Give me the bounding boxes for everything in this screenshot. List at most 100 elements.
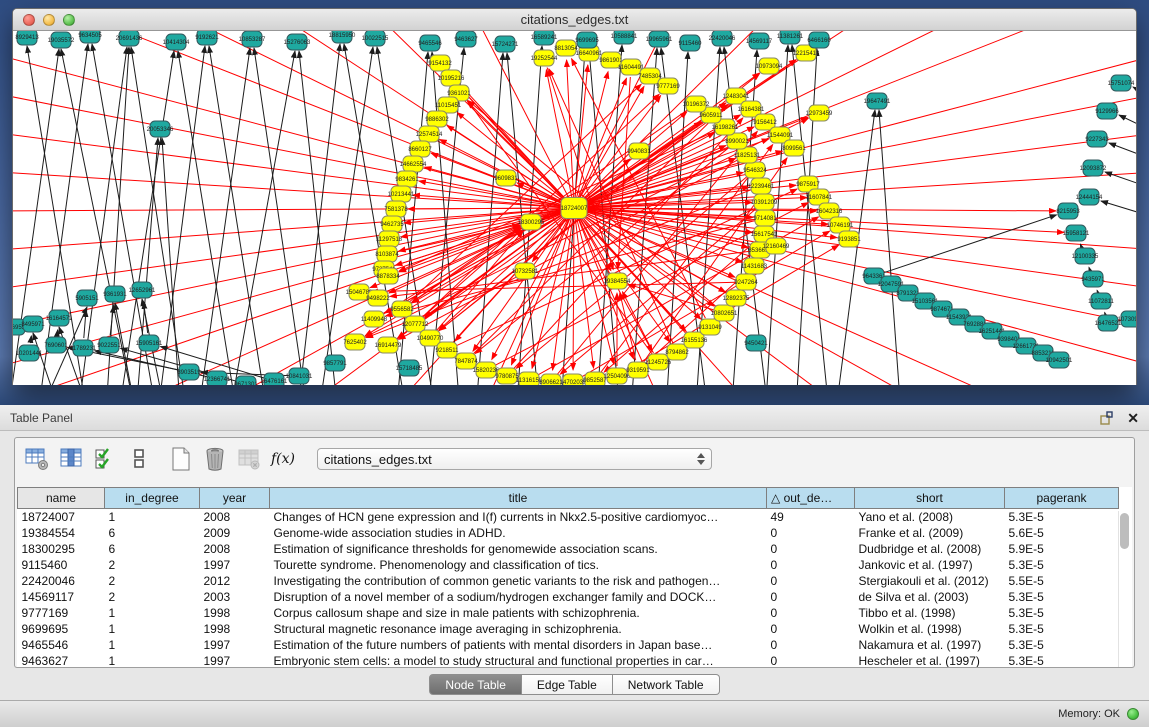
column-check-button[interactable]	[91, 445, 119, 473]
table-row[interactable]: 911546021997Tourette syndrome. Phenomeno…	[18, 557, 1119, 573]
graph-node[interactable]: 9546324	[743, 162, 767, 178]
column-select-button[interactable]	[57, 445, 85, 473]
graph-node[interactable]: 10588841	[611, 31, 638, 44]
network-canvas[interactable]: 1872400718300295193845549154132101952169…	[13, 31, 1136, 385]
graph-node[interactable]: 9192621	[195, 31, 219, 45]
graph-node[interactable]: 9218511	[436, 342, 460, 358]
graph-node[interactable]: 9886302	[425, 111, 449, 127]
graph-node[interactable]: 9498222	[366, 290, 390, 306]
graph-node[interactable]: 7581378	[384, 201, 408, 217]
graph-node[interactable]: 14569117	[746, 33, 773, 49]
graph-node[interactable]: 9465546	[418, 35, 442, 51]
graph-node[interactable]: 10391209	[751, 194, 778, 210]
graph-node[interactable]: 11381261	[777, 31, 804, 44]
row-height-button[interactable]	[125, 445, 153, 473]
table-row[interactable]: 2242004622012Investigating the contribut…	[18, 573, 1119, 589]
close-panel-icon[interactable]: ✕	[1127, 410, 1139, 426]
graph-node[interactable]: 9193851	[837, 231, 861, 247]
graph-node[interactable]: 10213441	[388, 186, 415, 202]
graph-node[interactable]: 7625402	[343, 334, 367, 350]
vertical-scrollbar-thumb[interactable]	[1120, 513, 1129, 549]
table-row[interactable]: 969969511998Structural magnetic resonanc…	[18, 621, 1119, 637]
graph-node[interactable]: 16164571	[46, 310, 73, 326]
graph-node[interactable]: 9361931	[103, 286, 127, 302]
graph-node[interactable]: 9634505	[78, 31, 102, 43]
graph-node[interactable]: 11789231	[70, 340, 97, 356]
graph-node[interactable]: 9129966	[1095, 103, 1119, 119]
column-header-short[interactable]: short	[855, 488, 1005, 509]
graph-node[interactable]: 16914479	[375, 337, 402, 353]
table-row[interactable]: 946362711997Embryonic stem cells: a mode…	[18, 653, 1119, 669]
table-row[interactable]: 946554611997Estimation of the future num…	[18, 637, 1119, 653]
graph-node[interactable]: 9857791	[323, 355, 347, 371]
graph-node[interactable]: 8903519	[177, 364, 201, 380]
table-row[interactable]: 1938455462009Genome-wide association stu…	[18, 525, 1119, 541]
graph-node[interactable]: 18815950	[329, 31, 356, 43]
graph-node[interactable]: 8103874	[375, 246, 399, 262]
graph-node[interactable]: 10414304	[163, 34, 190, 50]
table-options-button[interactable]	[23, 445, 51, 473]
graph-node[interactable]: 15958121	[1063, 225, 1090, 241]
graph-node[interactable]: 15905161	[136, 335, 163, 351]
table-row[interactable]: 1830029562008Estimation of significance …	[18, 541, 1119, 557]
graph-node[interactable]: 19035572	[48, 32, 75, 48]
graph-node[interactable]: 14662554	[400, 156, 427, 172]
graph-node[interactable]: 10022515	[362, 31, 389, 46]
graph-node[interactable]: 10853287	[239, 31, 266, 47]
graph-node[interactable]: 11297518	[376, 231, 403, 247]
graph-node[interactable]: 6466160	[807, 32, 831, 48]
graph-node[interactable]: 22420046	[709, 31, 736, 46]
graph-node[interactable]: 9834261	[395, 171, 419, 187]
table-row[interactable]: 977716911998Corpus callosum shape and si…	[18, 605, 1119, 621]
graph-node[interactable]: 15724271	[492, 36, 519, 52]
graph-node[interactable]: 12444154	[1076, 189, 1103, 205]
graph-node[interactable]: 15751074	[1108, 75, 1135, 91]
table-row[interactable]: 1872400712008Changes of HCN gene express…	[18, 509, 1119, 525]
column-header-out_de[interactable]: △ out_de…	[767, 488, 855, 509]
graph-node[interactable]: 11072811	[1088, 293, 1114, 309]
graph-node[interactable]: 9777169	[656, 78, 680, 94]
graph-node[interactable]: 8495971	[21, 316, 45, 332]
graph-node[interactable]: 7690601	[44, 337, 68, 353]
graph-node[interactable]: 9462735	[380, 216, 404, 232]
graph-node[interactable]: 9671301	[234, 376, 258, 385]
graph-node[interactable]: 9699695	[575, 32, 599, 48]
vertical-scrollbar[interactable]	[1118, 511, 1130, 667]
graph-node[interactable]: 9463627	[454, 31, 478, 47]
column-header-in_degree[interactable]: in_degree	[105, 488, 200, 509]
graph-node[interactable]: 9940831	[627, 143, 651, 159]
column-header-pagerank[interactable]: pagerank	[1005, 488, 1119, 509]
table-row[interactable]: 1456911722003Disruption of a novel membe…	[18, 589, 1119, 605]
graph-node[interactable]: 10732581	[512, 263, 539, 279]
graph-node[interactable]: 10841031	[286, 368, 313, 384]
graph-node[interactable]: 9247264	[734, 274, 758, 290]
graph-node[interactable]: 15276063	[284, 34, 311, 50]
delete-column-button[interactable]	[201, 445, 229, 473]
graph-node[interactable]: 9435971	[1081, 271, 1105, 287]
graph-node[interactable]: 20691436	[116, 31, 143, 46]
graph-node[interactable]: 9714081	[753, 210, 777, 226]
graph-node[interactable]: 12100335	[1072, 248, 1099, 264]
import-table-button[interactable]	[235, 445, 263, 473]
column-header-year[interactable]: year	[200, 488, 270, 509]
graph-node[interactable]: 8929413	[15, 31, 39, 45]
float-panel-icon[interactable]	[1099, 410, 1115, 426]
graph-node[interactable]: 9227343	[1085, 131, 1109, 147]
graph-node[interactable]: 8878334	[376, 268, 400, 284]
column-header-name[interactable]: name	[18, 488, 105, 509]
graph-node[interactable]: 7847874	[454, 353, 478, 369]
graph-node[interactable]: 16476161	[261, 373, 288, 385]
graph-node[interactable]: 16589241	[531, 31, 558, 45]
tab-node-table[interactable]: Node Table	[429, 674, 522, 695]
graph-node[interactable]: 8099561	[782, 140, 806, 156]
graph-node[interactable]: 20053346	[147, 121, 174, 137]
graph-node[interactable]: 5905151	[75, 290, 99, 306]
graph-node[interactable]: 18724007	[561, 198, 588, 219]
graph-node[interactable]: 8660127	[408, 141, 432, 157]
graph-node[interactable]: 9115460	[679, 35, 703, 51]
graph-node[interactable]: 19384554	[604, 273, 631, 289]
graph-node[interactable]: 10942501	[1046, 352, 1073, 368]
graph-node[interactable]: 11409948	[361, 311, 388, 327]
create-column-button[interactable]	[167, 445, 195, 473]
graph-node[interactable]: 11431683	[741, 258, 768, 274]
